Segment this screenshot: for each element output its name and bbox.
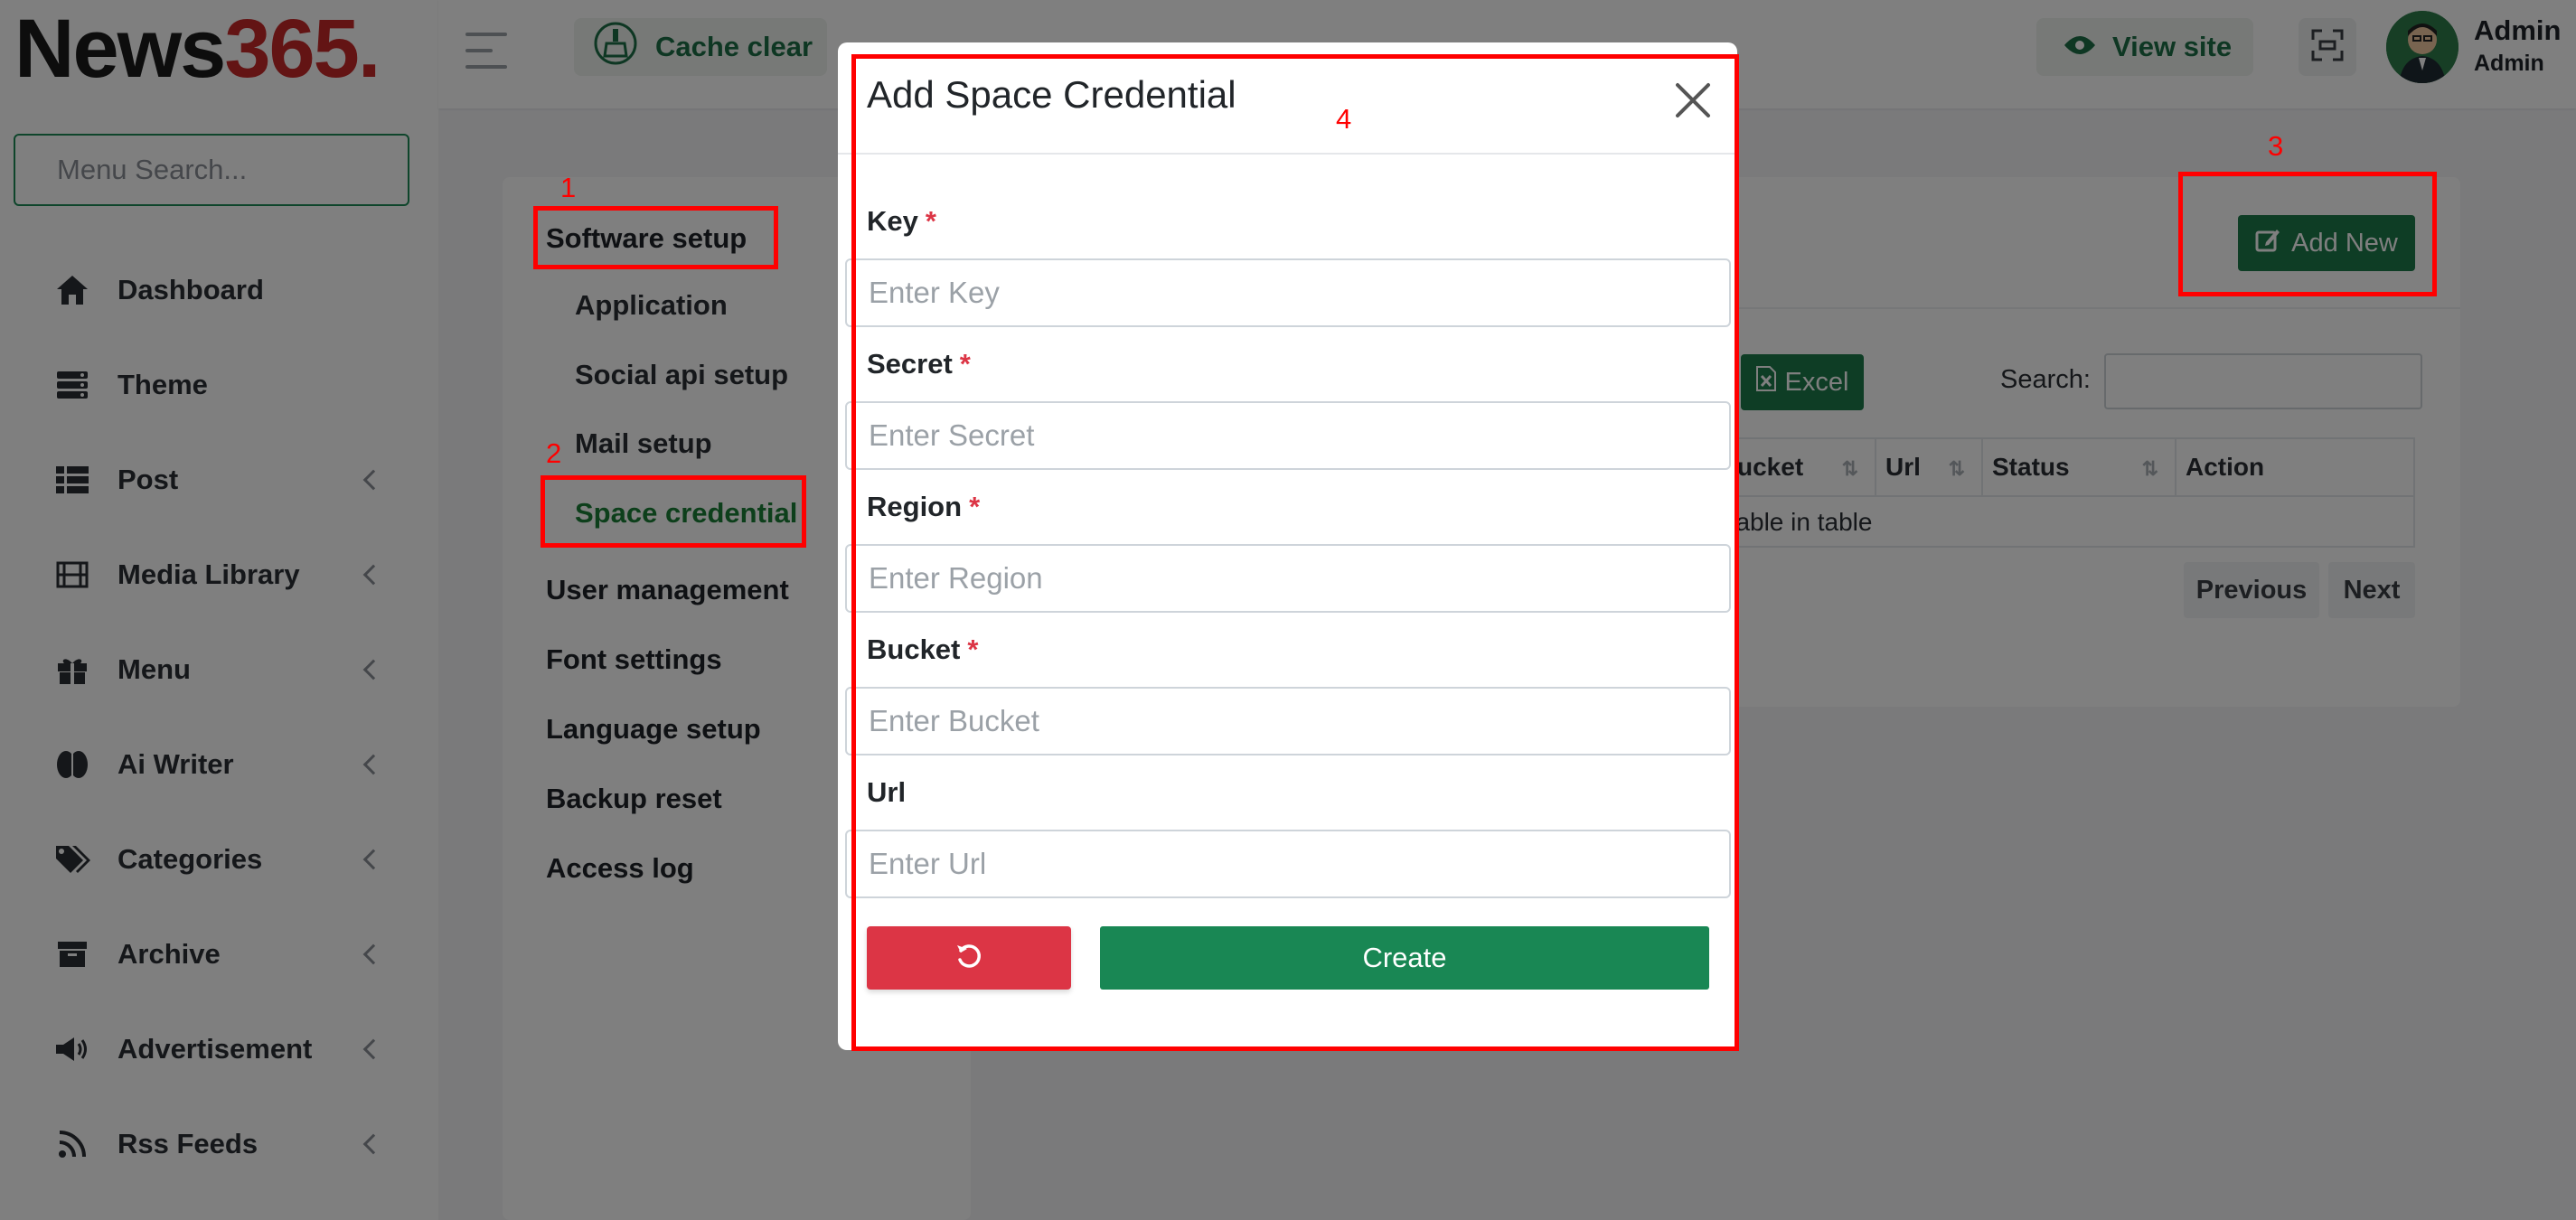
annotation-box-4 — [851, 54, 1739, 1051]
annotation-box-2 — [541, 475, 806, 548]
annotation-number-3: 3 — [2268, 130, 2284, 162]
annotation-number-2: 2 — [546, 437, 562, 469]
annotation-number-1: 1 — [560, 172, 577, 203]
annotation-box-1 — [533, 206, 778, 269]
annotation-box-3 — [2178, 172, 2437, 296]
annotation-number-4: 4 — [1336, 103, 1352, 135]
